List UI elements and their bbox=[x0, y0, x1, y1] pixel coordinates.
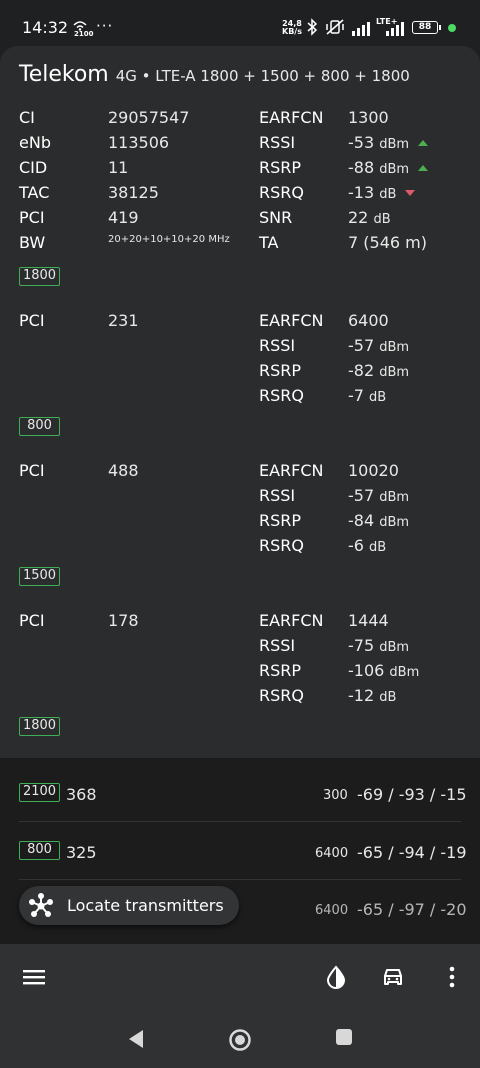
carrier-pci-label: PCI bbox=[19, 611, 45, 630]
carrier-rsrp-value: -106 dBm bbox=[348, 661, 420, 680]
rssi-label: RSSI bbox=[259, 133, 296, 152]
carrier-rsrp-label: RSRP bbox=[259, 661, 302, 680]
signal-icon bbox=[352, 22, 370, 36]
carrier-rssi-label: RSSI bbox=[259, 486, 296, 505]
band-badge: 1500 bbox=[19, 567, 60, 586]
carrier-pci-label: PCI bbox=[19, 461, 45, 480]
carrier-rsrp-value: -84 dBm bbox=[348, 511, 410, 530]
back-icon[interactable] bbox=[126, 1028, 146, 1050]
rsrp-label: RSRP bbox=[259, 158, 302, 177]
locate-transmitters-button[interactable]: Locate transmitters bbox=[19, 886, 239, 925]
cid-label: CID bbox=[19, 158, 48, 177]
status-time: 14:32 bbox=[22, 18, 69, 37]
pci-label: PCI bbox=[19, 208, 45, 227]
carrier-pci-label: PCI bbox=[19, 311, 45, 330]
status-bar: 14:32 2100 ··· 24,8 KB/s LTE+ 88 bbox=[0, 0, 480, 44]
carrier-rsrp-label: RSRP bbox=[259, 361, 302, 380]
carrier-rsrq-label: RSRQ bbox=[259, 386, 304, 405]
trend-up-icon bbox=[418, 140, 429, 146]
mute-vibrate-icon bbox=[326, 19, 344, 35]
carrier-rssi-label: RSSI bbox=[259, 336, 296, 355]
earfcn-value: 1300 bbox=[348, 108, 389, 127]
carrier-rsrq-value: -12 dB bbox=[348, 686, 397, 705]
bottom-app-bar bbox=[0, 944, 480, 1010]
trend-down-icon bbox=[405, 190, 416, 196]
menu-icon[interactable] bbox=[22, 965, 46, 989]
notification-dot bbox=[448, 24, 456, 32]
band-badge: 800 bbox=[19, 417, 60, 436]
carrier-rssi-value: -75 dBm bbox=[348, 636, 410, 655]
neighbor-pci: 368 bbox=[66, 785, 97, 804]
band-badge: 1800 bbox=[19, 717, 60, 736]
neighbor-pci: 325 bbox=[66, 843, 97, 862]
battery-icon: 88 bbox=[412, 21, 441, 34]
rsrq-label: RSRQ bbox=[259, 183, 304, 202]
carrier-rsrq-value: -7 dB bbox=[348, 386, 387, 405]
wifi-label: 2100 bbox=[74, 30, 94, 38]
neighbor-signal: -65 / -97 / -20 bbox=[357, 900, 467, 919]
neighbor-signal: -65 / -94 / -19 bbox=[357, 843, 467, 862]
carrier-pci-value: 231 bbox=[108, 311, 139, 330]
snr-value: 22 dB bbox=[348, 208, 391, 227]
band-badge: 1800 bbox=[19, 267, 60, 286]
operator-title: Telekom 4G • LTE-A 1800 + 1500 + 800 + 1… bbox=[19, 62, 410, 87]
neighbor-earfcn: 300 bbox=[323, 788, 348, 803]
rsrq-value: -13 dB bbox=[348, 183, 416, 202]
bw-value: 20+20+10+10+20 MHz bbox=[108, 234, 230, 245]
rssi-value: -53 dBm bbox=[348, 133, 429, 152]
carrier-rssi-label: RSSI bbox=[259, 636, 296, 655]
carrier-earfcn-value: 6400 bbox=[348, 311, 389, 330]
ta-label: TA bbox=[259, 233, 279, 252]
cid-value: 11 bbox=[108, 158, 129, 177]
rsrp-value: -88 dBm bbox=[348, 158, 429, 177]
tac-label: TAC bbox=[19, 183, 50, 202]
system-navigation-bar bbox=[0, 1010, 480, 1068]
carrier-rsrq-value: -6 dB bbox=[348, 536, 387, 555]
trend-up-icon bbox=[418, 165, 429, 171]
locate-transmitters-label: Locate transmitters bbox=[67, 896, 224, 915]
divider bbox=[19, 821, 461, 822]
transmitter-network-icon bbox=[29, 893, 53, 917]
technology-label: 4G • LTE-A 1800 + 1500 + 800 + 1800 bbox=[115, 67, 410, 85]
neighbor-signal: -69 / -93 / -15 bbox=[357, 785, 467, 804]
carrier-pci-value: 488 bbox=[108, 461, 139, 480]
tac-value: 38125 bbox=[108, 183, 159, 202]
carrier-earfcn-label: EARFCN bbox=[259, 311, 324, 330]
carrier-rsrp-label: RSRP bbox=[259, 511, 302, 530]
pci-value: 419 bbox=[108, 208, 139, 227]
neighbor-earfcn: 6400 bbox=[315, 903, 349, 918]
carrier-rsrp-value: -82 dBm bbox=[348, 361, 410, 380]
carrier-earfcn-value: 10020 bbox=[348, 461, 399, 480]
recents-icon[interactable] bbox=[335, 1028, 353, 1046]
theme-contrast-icon[interactable] bbox=[324, 965, 348, 989]
ci-value: 29057547 bbox=[108, 108, 190, 127]
car-mode-icon[interactable] bbox=[381, 965, 405, 989]
enb-value: 113506 bbox=[108, 133, 170, 152]
earfcn-label: EARFCN bbox=[259, 108, 324, 127]
snr-label: SNR bbox=[259, 208, 293, 227]
ta-value: 7 (546 m) bbox=[348, 233, 427, 252]
carrier-rsrq-label: RSRQ bbox=[259, 536, 304, 555]
home-icon[interactable] bbox=[228, 1028, 252, 1052]
carrier-earfcn-label: EARFCN bbox=[259, 461, 324, 480]
bluetooth-icon bbox=[307, 18, 318, 36]
enb-label: eNb bbox=[19, 133, 51, 152]
network-speed: 24,8 KB/s bbox=[282, 19, 302, 36]
carrier-rssi-value: -57 dBm bbox=[348, 336, 410, 355]
divider bbox=[19, 879, 461, 880]
bw-label: BW bbox=[19, 233, 46, 252]
signal-icon-2 bbox=[386, 22, 404, 36]
band-badge: 800 bbox=[19, 841, 60, 860]
operator-name: Telekom bbox=[19, 62, 109, 87]
ci-label: CI bbox=[19, 108, 35, 127]
neighbor-earfcn: 6400 bbox=[315, 846, 349, 861]
carrier-rsrq-label: RSRQ bbox=[259, 686, 304, 705]
more-options-icon[interactable] bbox=[440, 965, 464, 989]
carrier-earfcn-value: 1444 bbox=[348, 611, 389, 630]
carrier-pci-value: 178 bbox=[108, 611, 139, 630]
band-badge: 2100 bbox=[19, 783, 60, 802]
carrier-rssi-value: -57 dBm bbox=[348, 486, 410, 505]
carrier-earfcn-label: EARFCN bbox=[259, 611, 324, 630]
more-icon: ··· bbox=[96, 17, 114, 35]
